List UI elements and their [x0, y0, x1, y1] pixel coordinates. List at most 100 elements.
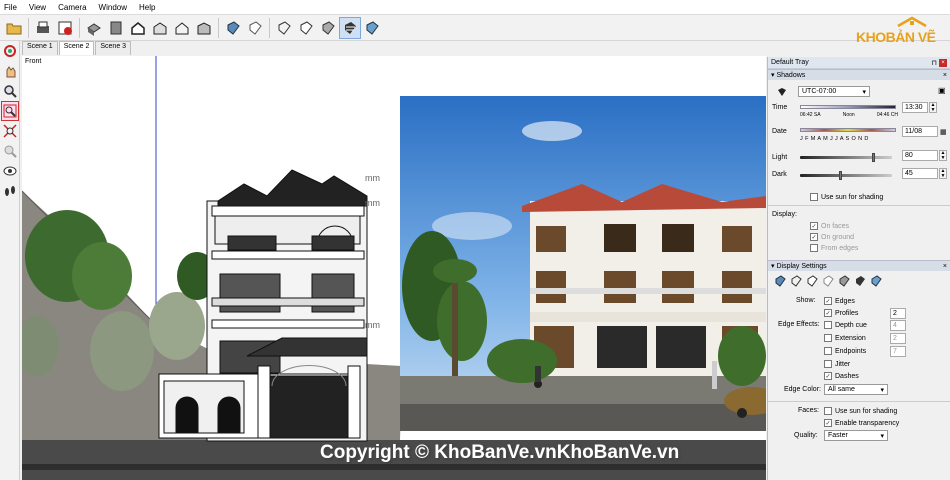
- pin-icon[interactable]: ⊓: [932, 59, 937, 67]
- face-style-buttons: [774, 275, 882, 287]
- timezone-select[interactable]: UTC-07:00 ▾: [798, 86, 870, 97]
- dashes-label: Dashes: [835, 372, 859, 380]
- home-icon[interactable]: [127, 17, 149, 39]
- jitter-checkbox[interactable]: [824, 360, 832, 368]
- shaded-textures-icon[interactable]: [854, 275, 866, 287]
- model-info-icon[interactable]: [54, 17, 76, 39]
- open-icon[interactable]: [3, 17, 25, 39]
- tray-title: Default Tray: [771, 59, 809, 66]
- tab-scene-3[interactable]: Scene 3: [95, 41, 132, 55]
- date-input[interactable]: 11/08: [902, 126, 938, 137]
- extension-checkbox[interactable]: [824, 334, 832, 342]
- house-outline-icon[interactable]: [171, 17, 193, 39]
- depth-cue-label: Depth cue: [835, 321, 867, 329]
- wireframe-icon[interactable]: [273, 17, 295, 39]
- jitter-label: Jitter: [835, 360, 851, 368]
- shaded-icon[interactable]: [838, 275, 850, 287]
- walk-icon[interactable]: [1, 181, 19, 201]
- edge-color-select[interactable]: All same ▾: [824, 384, 888, 395]
- on-ground-checkbox[interactable]: ✓: [810, 233, 818, 241]
- rendered-photo: [400, 96, 766, 431]
- depth-cue-input[interactable]: 4: [890, 320, 906, 331]
- tray-header: Default Tray ⊓ ×: [768, 57, 950, 69]
- dark-label: Dark: [772, 171, 787, 178]
- calendar-icon[interactable]: ▦: [940, 128, 947, 136]
- orbit-icon[interactable]: [1, 41, 19, 61]
- previous-icon[interactable]: [1, 141, 19, 161]
- shaded-textures-icon[interactable]: [339, 16, 361, 39]
- box-icon[interactable]: [105, 17, 127, 39]
- dark-spinner[interactable]: ▲ ▼: [939, 168, 947, 179]
- look-around-icon[interactable]: [1, 161, 19, 181]
- xray-icon[interactable]: [774, 275, 786, 287]
- quality-label: Quality:: [794, 432, 818, 439]
- house-garage-icon[interactable]: [193, 17, 215, 39]
- menu-help[interactable]: Help: [139, 3, 155, 12]
- shadows-title: Shadows: [776, 72, 806, 79]
- back-edges-icon[interactable]: [244, 17, 266, 39]
- light-input[interactable]: 80: [902, 150, 938, 161]
- light-spinner[interactable]: ▲ ▼: [939, 150, 947, 161]
- zoom-extents-icon[interactable]: [1, 121, 19, 141]
- svg-text:mm: mm: [365, 173, 380, 183]
- date-slider[interactable]: [800, 126, 896, 134]
- shadows-header[interactable]: ▾ Shadows ×: [768, 69, 950, 80]
- dashes-checkbox[interactable]: ✓: [824, 372, 832, 380]
- tab-scene-1[interactable]: Scene 1: [22, 41, 58, 55]
- time-slider[interactable]: [800, 102, 896, 112]
- monochrome-icon[interactable]: [361, 17, 383, 39]
- extension-input[interactable]: 2: [890, 333, 906, 344]
- display-settings-header[interactable]: ▾ Display Settings ×: [768, 260, 950, 271]
- on-ground-label: On ground: [821, 233, 855, 241]
- pan-icon[interactable]: [1, 61, 19, 81]
- depth-cue-checkbox[interactable]: [824, 321, 832, 329]
- extension-label: Extension: [835, 334, 866, 342]
- from-edges-checkbox[interactable]: [810, 244, 818, 252]
- close-icon[interactable]: ×: [943, 72, 947, 79]
- close-icon[interactable]: ×: [939, 58, 947, 67]
- shadows-panel: UTC-07:00 ▾ ▣ Time 06:42 SA Noon 04:46 CH…: [768, 80, 950, 252]
- tab-scene-2[interactable]: Scene 2: [58, 41, 95, 55]
- use-sun-shading-checkbox[interactable]: [810, 193, 818, 201]
- wireframe-icon[interactable]: [790, 275, 802, 287]
- hidden-line-icon[interactable]: [806, 275, 818, 287]
- xray-icon[interactable]: [222, 17, 244, 39]
- profiles-input[interactable]: 2: [890, 308, 906, 319]
- house-front-icon[interactable]: [149, 17, 171, 39]
- menu-view[interactable]: View: [29, 3, 46, 12]
- edges-checkbox[interactable]: ✓: [824, 297, 832, 305]
- endpoints-checkbox[interactable]: [824, 347, 832, 355]
- time-spinner[interactable]: ▲ ▼: [929, 102, 937, 113]
- quality-select[interactable]: Faster ▾: [824, 430, 888, 441]
- profiles-checkbox[interactable]: ✓: [824, 309, 832, 317]
- on-faces-checkbox[interactable]: ✓: [810, 222, 818, 230]
- print-icon[interactable]: [32, 17, 54, 39]
- shadow-toggle-icon[interactable]: [776, 86, 788, 98]
- menu-window[interactable]: Window: [99, 3, 127, 12]
- hidden-line-icon[interactable]: [295, 17, 317, 39]
- time-input[interactable]: 13:30: [902, 102, 928, 113]
- close-icon[interactable]: ×: [943, 263, 947, 270]
- model-viewport[interactable]: mm mm mm Front: [22, 56, 766, 480]
- details-icon[interactable]: ▣: [938, 86, 946, 95]
- monochrome-icon[interactable]: [870, 275, 882, 287]
- shaded-icon[interactable]: [317, 17, 339, 39]
- light-slider[interactable]: [800, 153, 892, 162]
- dark-slider[interactable]: [800, 171, 892, 180]
- faces-use-sun-label: Use sun for shading: [835, 407, 898, 415]
- menu-camera[interactable]: Camera: [58, 3, 86, 12]
- back-edges-icon[interactable]: [822, 275, 834, 287]
- logo-kho: KHO: [856, 29, 886, 45]
- dark-input[interactable]: 45: [902, 168, 938, 179]
- profiles-label: Profiles: [835, 309, 859, 317]
- zoom-window-icon[interactable]: [1, 101, 19, 121]
- menu-file[interactable]: File: [4, 3, 17, 12]
- copyright-watermark: Copyright © KhoBanVe.vnKhoBanVe.vn: [320, 442, 680, 463]
- light-slider-thumb[interactable]: [871, 153, 875, 162]
- components-icon[interactable]: [83, 17, 105, 39]
- enable-transparency-checkbox[interactable]: ✓: [824, 419, 832, 427]
- zoom-icon[interactable]: [1, 81, 19, 101]
- dark-slider-thumb[interactable]: [839, 171, 843, 180]
- faces-use-sun-checkbox[interactable]: [824, 407, 832, 415]
- endpoints-input[interactable]: 7: [890, 346, 906, 357]
